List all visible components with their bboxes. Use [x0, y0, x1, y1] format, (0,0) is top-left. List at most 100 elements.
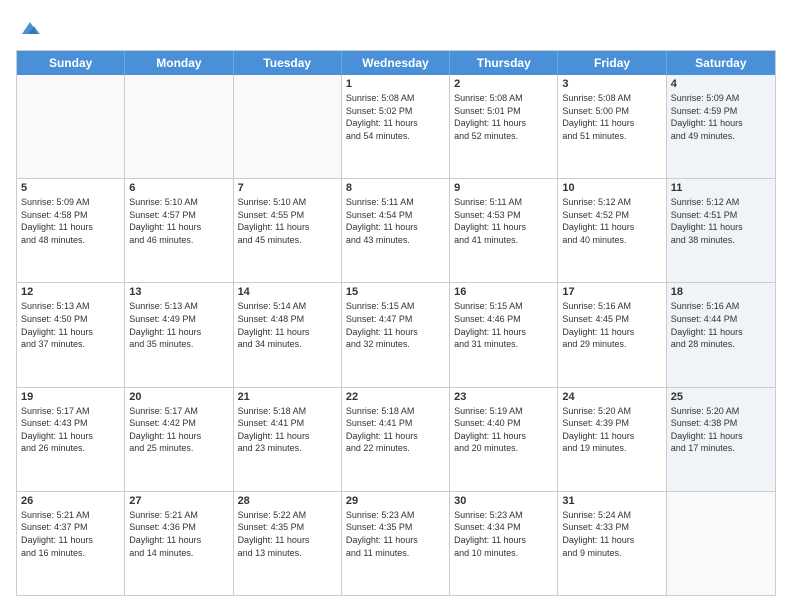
day-info: Sunrise: 5:17 AM Sunset: 4:43 PM Dayligh… [21, 405, 120, 455]
day-info: Sunrise: 5:20 AM Sunset: 4:38 PM Dayligh… [671, 405, 771, 455]
calendar-row-2: 12Sunrise: 5:13 AM Sunset: 4:50 PM Dayli… [17, 282, 775, 386]
day-number: 24 [562, 391, 661, 403]
day-info: Sunrise: 5:18 AM Sunset: 4:41 PM Dayligh… [346, 405, 445, 455]
calendar-cell [234, 75, 342, 178]
header-day-sunday: Sunday [17, 51, 125, 75]
calendar-cell: 8 Sunrise: 5:11 AM Sunset: 4:54 PM Daylig… [342, 179, 450, 282]
day-info: Sunrise: 5:24 AM Sunset: 4:33 PM Dayligh… [562, 509, 661, 559]
calendar-cell [17, 75, 125, 178]
day-number: 11 [671, 182, 771, 194]
day-number: 10 [562, 182, 661, 194]
calendar-row-0: 1 Sunrise: 5:08 AM Sunset: 5:02 PM Daylig… [17, 75, 775, 178]
calendar-cell: 1 Sunrise: 5:08 AM Sunset: 5:02 PM Daylig… [342, 75, 450, 178]
day-number: 3 [562, 78, 661, 90]
calendar-cell: 16Sunrise: 5:15 AM Sunset: 4:46 PM Dayli… [450, 283, 558, 386]
day-number: 26 [21, 495, 120, 507]
calendar-cell: 21 Sunrise: 5:18 AM Sunset: 4:41 PM Dayli… [234, 388, 342, 491]
day-number: 2 [454, 78, 553, 90]
day-info: Sunrise: 5:09 AM Sunset: 4:58 PM Dayligh… [21, 196, 120, 246]
calendar-cell: 20 Sunrise: 5:17 AM Sunset: 4:42 PM Dayli… [125, 388, 233, 491]
day-number: 8 [346, 182, 445, 194]
day-info: Sunrise: 5:08 AM Sunset: 5:02 PM Dayligh… [346, 92, 445, 142]
day-info: Sunrise: 5:15 AM Sunset: 4:47 PM Dayligh… [346, 300, 445, 350]
calendar-cell: 14 Sunrise: 5:14 AM Sunset: 4:48 PM Dayli… [234, 283, 342, 386]
day-info: Sunrise: 5:16 AM Sunset: 4:45 PM Dayligh… [562, 300, 661, 350]
calendar-cell: 22 Sunrise: 5:18 AM Sunset: 4:41 PM Dayli… [342, 388, 450, 491]
day-info: Sunrise: 5:21 AM Sunset: 4:36 PM Dayligh… [129, 509, 228, 559]
day-info: Sunrise: 5:08 AM Sunset: 5:01 PM Dayligh… [454, 92, 553, 142]
calendar-cell: 19 Sunrise: 5:17 AM Sunset: 4:43 PM Dayli… [17, 388, 125, 491]
day-info: Sunrise: 5:09 AM Sunset: 4:59 PM Dayligh… [671, 92, 771, 142]
calendar-cell: 9 Sunrise: 5:11 AM Sunset: 4:53 PM Daylig… [450, 179, 558, 282]
day-number: 30 [454, 495, 553, 507]
calendar-cell: 25 Sunrise: 5:20 AM Sunset: 4:38 PM Dayli… [667, 388, 775, 491]
day-info: Sunrise: 5:08 AM Sunset: 5:00 PM Dayligh… [562, 92, 661, 142]
day-number: 12 [21, 286, 120, 298]
calendar-cell: 24 Sunrise: 5:20 AM Sunset: 4:39 PM Dayli… [558, 388, 666, 491]
calendar-cell [667, 492, 775, 595]
calendar-row-3: 19 Sunrise: 5:17 AM Sunset: 4:43 PM Dayli… [17, 387, 775, 491]
day-info: Sunrise: 5:16 AM Sunset: 4:44 PM Dayligh… [671, 300, 771, 350]
day-info: Sunrise: 5:14 AM Sunset: 4:48 PM Dayligh… [238, 300, 337, 350]
day-info: Sunrise: 5:23 AM Sunset: 4:34 PM Dayligh… [454, 509, 553, 559]
day-info: Sunrise: 5:12 AM Sunset: 4:51 PM Dayligh… [671, 196, 771, 246]
day-number: 17 [562, 286, 661, 298]
day-number: 15 [346, 286, 445, 298]
day-number: 21 [238, 391, 337, 403]
calendar-cell: 5Sunrise: 5:09 AM Sunset: 4:58 PM Daylig… [17, 179, 125, 282]
day-number: 31 [562, 495, 661, 507]
header-day-saturday: Saturday [667, 51, 775, 75]
day-number: 7 [238, 182, 337, 194]
day-number: 16 [454, 286, 553, 298]
logo [16, 16, 42, 40]
day-number: 25 [671, 391, 771, 403]
day-info: Sunrise: 5:13 AM Sunset: 4:49 PM Dayligh… [129, 300, 228, 350]
calendar-cell: 12Sunrise: 5:13 AM Sunset: 4:50 PM Dayli… [17, 283, 125, 386]
day-number: 28 [238, 495, 337, 507]
page: SundayMondayTuesdayWednesdayThursdayFrid… [0, 0, 792, 612]
day-info: Sunrise: 5:20 AM Sunset: 4:39 PM Dayligh… [562, 405, 661, 455]
day-number: 29 [346, 495, 445, 507]
day-info: Sunrise: 5:11 AM Sunset: 4:54 PM Dayligh… [346, 196, 445, 246]
calendar-cell: 30 Sunrise: 5:23 AM Sunset: 4:34 PM Dayli… [450, 492, 558, 595]
calendar-cell: 7 Sunrise: 5:10 AM Sunset: 4:55 PM Daylig… [234, 179, 342, 282]
day-number: 22 [346, 391, 445, 403]
calendar-cell: 31 Sunrise: 5:24 AM Sunset: 4:33 PM Dayli… [558, 492, 666, 595]
calendar-cell [125, 75, 233, 178]
header-day-thursday: Thursday [450, 51, 558, 75]
day-number: 23 [454, 391, 553, 403]
calendar-cell: 27Sunrise: 5:21 AM Sunset: 4:36 PM Dayli… [125, 492, 233, 595]
day-number: 20 [129, 391, 228, 403]
day-number: 19 [21, 391, 120, 403]
calendar-cell: 29 Sunrise: 5:23 AM Sunset: 4:35 PM Dayli… [342, 492, 450, 595]
day-number: 1 [346, 78, 445, 90]
day-info: Sunrise: 5:10 AM Sunset: 4:57 PM Dayligh… [129, 196, 228, 246]
calendar-row-4: 26Sunrise: 5:21 AM Sunset: 4:37 PM Dayli… [17, 491, 775, 595]
day-info: Sunrise: 5:12 AM Sunset: 4:52 PM Dayligh… [562, 196, 661, 246]
day-info: Sunrise: 5:11 AM Sunset: 4:53 PM Dayligh… [454, 196, 553, 246]
calendar-cell: 10 Sunrise: 5:12 AM Sunset: 4:52 PM Dayli… [558, 179, 666, 282]
day-number: 9 [454, 182, 553, 194]
day-info: Sunrise: 5:10 AM Sunset: 4:55 PM Dayligh… [238, 196, 337, 246]
day-info: Sunrise: 5:23 AM Sunset: 4:35 PM Dayligh… [346, 509, 445, 559]
calendar-cell: 6 Sunrise: 5:10 AM Sunset: 4:57 PM Daylig… [125, 179, 233, 282]
header-day-monday: Monday [125, 51, 233, 75]
day-info: Sunrise: 5:17 AM Sunset: 4:42 PM Dayligh… [129, 405, 228, 455]
header-day-wednesday: Wednesday [342, 51, 450, 75]
calendar-body: 1 Sunrise: 5:08 AM Sunset: 5:02 PM Daylig… [17, 75, 775, 595]
calendar-cell: 4Sunrise: 5:09 AM Sunset: 4:59 PM Daylig… [667, 75, 775, 178]
calendar-cell: 26Sunrise: 5:21 AM Sunset: 4:37 PM Dayli… [17, 492, 125, 595]
calendar-cell: 17 Sunrise: 5:16 AM Sunset: 4:45 PM Dayli… [558, 283, 666, 386]
calendar-cell: 2 Sunrise: 5:08 AM Sunset: 5:01 PM Daylig… [450, 75, 558, 178]
header-day-friday: Friday [558, 51, 666, 75]
calendar-header: SundayMondayTuesdayWednesdayThursdayFrid… [17, 51, 775, 75]
calendar: SundayMondayTuesdayWednesdayThursdayFrid… [16, 50, 776, 596]
calendar-cell: 23Sunrise: 5:19 AM Sunset: 4:40 PM Dayli… [450, 388, 558, 491]
day-number: 14 [238, 286, 337, 298]
day-info: Sunrise: 5:18 AM Sunset: 4:41 PM Dayligh… [238, 405, 337, 455]
day-info: Sunrise: 5:22 AM Sunset: 4:35 PM Dayligh… [238, 509, 337, 559]
day-number: 6 [129, 182, 228, 194]
day-number: 18 [671, 286, 771, 298]
calendar-cell: 11 Sunrise: 5:12 AM Sunset: 4:51 PM Dayli… [667, 179, 775, 282]
calendar-cell: 3 Sunrise: 5:08 AM Sunset: 5:00 PM Daylig… [558, 75, 666, 178]
